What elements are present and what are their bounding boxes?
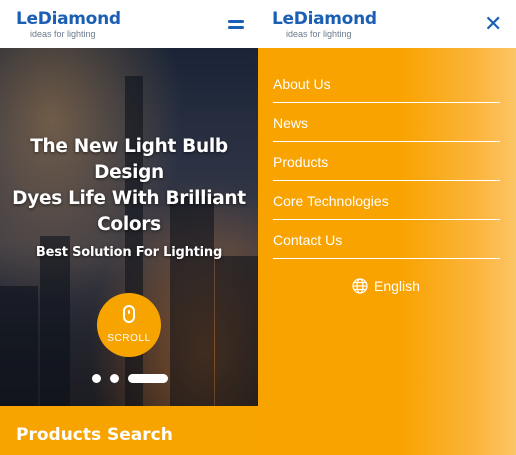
nav-item-products[interactable]: Products bbox=[273, 142, 500, 181]
scroll-button[interactable]: SCROLL bbox=[97, 293, 161, 357]
nav-item-label: Contact Us bbox=[273, 232, 343, 248]
nav-menu: About Us News Products Core Technologies… bbox=[258, 48, 516, 455]
skyline-building bbox=[0, 286, 38, 406]
slide-dot[interactable] bbox=[92, 374, 101, 383]
hero-title-line: Design bbox=[94, 162, 164, 183]
slide-dot-active[interactable] bbox=[128, 374, 168, 383]
logo-tagline: ideas for lighting bbox=[30, 29, 96, 39]
site-header: LeDiamond ideas for lighting bbox=[0, 0, 258, 48]
close-icon[interactable]: ✕ bbox=[484, 13, 502, 35]
skyline-building bbox=[40, 236, 70, 406]
logo-brand: LeDiamond bbox=[272, 9, 377, 29]
nav-item-label: Products bbox=[273, 154, 329, 170]
globe-icon bbox=[352, 278, 368, 294]
nav-item-news[interactable]: News bbox=[273, 103, 500, 142]
products-search-title: Products Search bbox=[16, 425, 173, 445]
scroll-label: SCROLL bbox=[107, 333, 151, 344]
logo-tagline: ideas for lighting bbox=[286, 29, 352, 39]
hamburger-icon[interactable] bbox=[226, 19, 246, 31]
nav-item-core-technologies[interactable]: Core Technologies bbox=[273, 181, 500, 220]
hero-heading: The New Light Bulb Design Dyes Life With… bbox=[0, 134, 258, 260]
site-logo[interactable]: LeDiamond ideas for lighting bbox=[272, 9, 377, 39]
products-search-section: Products Search bbox=[0, 406, 258, 455]
nav-list: About Us News Products Core Technologies… bbox=[273, 64, 500, 259]
site-logo[interactable]: LeDiamond ideas for lighting bbox=[16, 9, 121, 39]
language-selector[interactable]: English bbox=[352, 278, 420, 294]
hero-title-line: The New Light Bulb bbox=[30, 136, 228, 157]
nav-item-contact-us[interactable]: Contact Us bbox=[273, 220, 500, 259]
nav-item-label: Core Technologies bbox=[273, 193, 389, 209]
homepage-view: LeDiamond ideas for lighting The New Lig… bbox=[0, 0, 258, 455]
hero-title-line: Dyes Life With Brilliant bbox=[12, 188, 246, 209]
mouse-icon bbox=[123, 305, 135, 323]
nav-item-about-us[interactable]: About Us bbox=[273, 64, 500, 103]
nav-item-label: About Us bbox=[273, 76, 331, 92]
slide-dot[interactable] bbox=[110, 374, 119, 383]
logo-brand: LeDiamond bbox=[16, 9, 121, 29]
menu-view: LeDiamond ideas for lighting ✕ About Us … bbox=[258, 0, 516, 455]
nav-item-label: News bbox=[273, 115, 309, 131]
language-label: English bbox=[374, 278, 420, 294]
menu-header: LeDiamond ideas for lighting ✕ bbox=[258, 0, 516, 48]
hero-title-line: Colors bbox=[97, 214, 161, 235]
hero-subtitle: Best Solution For Lighting bbox=[35, 245, 223, 260]
skyline-building bbox=[215, 256, 258, 406]
slider-pagination bbox=[92, 374, 172, 384]
hero-banner: The New Light Bulb Design Dyes Life With… bbox=[0, 48, 258, 406]
